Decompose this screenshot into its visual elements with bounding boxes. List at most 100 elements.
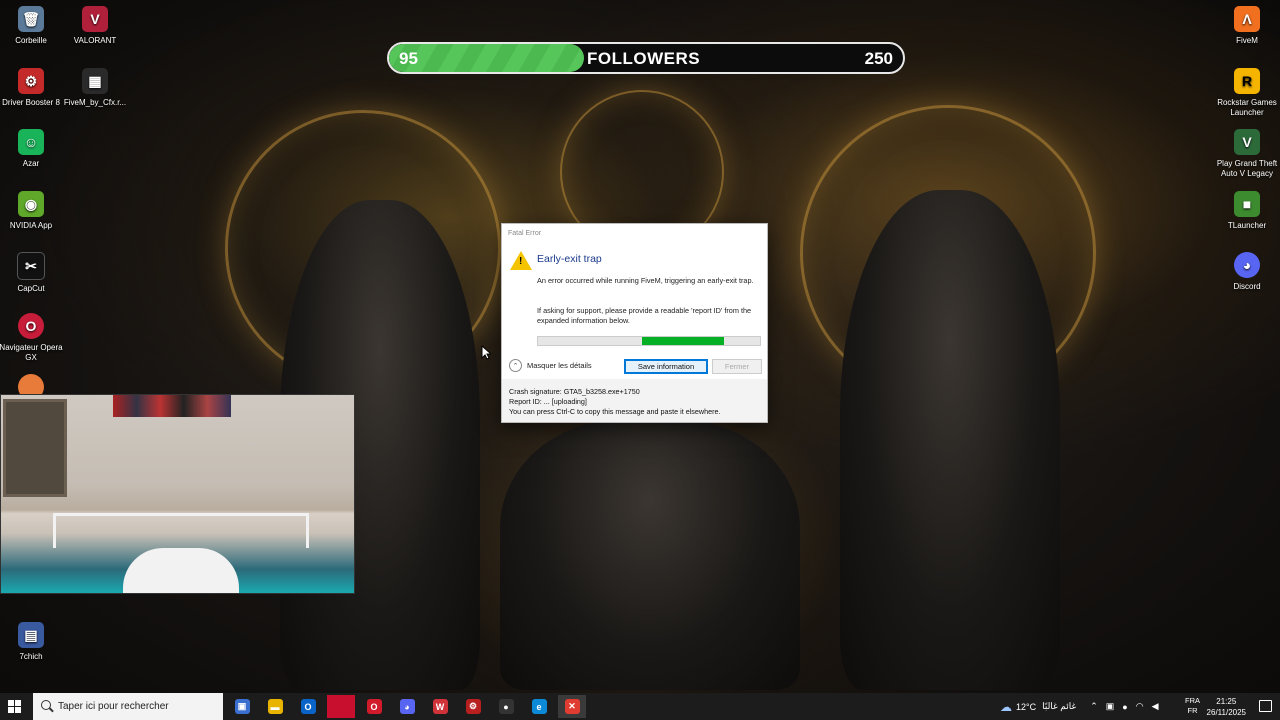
webcam-posters [113,395,231,417]
wallpaper-saint-figure [840,190,1060,690]
desktop-icon-label: FiveM_by_Cfx.r... [63,98,127,107]
webcam-overlay [0,394,355,594]
language-bottom: FR [1187,706,1198,715]
desktop-icon-driver-booster[interactable]: ⚙ Driver Booster 8 [0,68,66,108]
dialog-message: An error occurred while running FiveM, t… [537,276,754,285]
weather-desc: غائم غالبًا [1042,701,1077,711]
wifi-icon[interactable]: ◠ [1136,701,1144,712]
desktop-icon-capcut[interactable]: ✂ CapCut [0,252,66,294]
desktop-icon-tlauncher[interactable]: ■ TLauncher [1212,191,1280,231]
wps-icon: W [432,699,448,714]
hide-details-toggle[interactable]: ⌃ Masquer les détails [509,359,592,372]
chevron-up-icon: ⌃ [509,359,522,372]
crash-signature: Crash signature: GTA5_b3258.exe+1750 [509,387,640,396]
discord-icon: ◕ [1234,252,1260,278]
github-icon: ● [498,699,514,714]
desktop-icon-valorant[interactable]: V VALORANT [60,6,130,46]
desktop-icon-label: 7chich [19,652,43,661]
taskbar: Taper ici pour rechercher ▣ ▬ O O ◕ W ⚙ ● e ✕ ☁ 1… [0,693,1280,720]
notification-icon[interactable] [1259,700,1272,712]
taskbar-app[interactable]: ▣ [228,695,256,718]
desktop-icon-corbeille[interactable]: 🗑 Corbeille [0,6,66,46]
network-adapter-icon[interactable]: ▣ [1106,701,1115,712]
gta-v-icon: V [1234,129,1260,155]
search-placeholder: Taper ici pour rechercher [58,701,169,712]
desktop-icon-discord[interactable]: ◕ Discord [1212,252,1280,292]
driver-booster-icon: ⚙ [18,68,44,94]
report-id: Report ID: ... [uploading] [509,397,587,406]
desktop-icon-fivem[interactable]: Λ FiveM [1212,6,1280,46]
task-view-icon: ▣ [234,699,250,714]
language-top: FRA [1185,696,1200,705]
taskbar-app[interactable]: O [360,695,388,718]
followers-label: FOLLOWERS [587,49,701,68]
edge-icon: e [531,699,547,714]
dialog-progress-fill [642,337,725,345]
valorant-icon: V [82,6,108,32]
desktop-icon-fivem-installer[interactable]: ▦ FiveM_by_Cfx.r... [60,68,130,108]
desktop-icon-opera-gx[interactable]: O Navigateur Opera GX [0,313,66,363]
nvidia-icon: ◉ [18,191,44,217]
desktop-icon-label: Play Grand Theft Auto V Legacy [1216,159,1278,178]
taskbar-app[interactable]: W [426,695,454,718]
webcam-window [3,399,67,497]
taskbar-app[interactable]: O [294,695,322,718]
webcam-chair [123,548,239,593]
taskbar-app[interactable] [327,695,355,718]
desktop-icon-label: NVIDIA App [9,221,53,230]
dialog-support-text: If asking for support, please provide a … [537,306,752,325]
desktop-icon-label: Rockstar Games Launcher [1217,98,1277,117]
tlauncher-icon: ■ [1234,191,1260,217]
dialog-progress-bar [537,336,761,346]
outlook-icon: O [300,699,316,714]
driver-booster-tb-icon: ⚙ [465,699,481,714]
desktop-icon-label: FiveM [1236,36,1258,45]
desktop-icon-rockstar[interactable]: R Rockstar Games Launcher [1212,68,1280,118]
desktop-icon-label: VALORANT [73,36,117,45]
desktop-icon-nvidia[interactable]: ◉ NVIDIA App [0,191,66,231]
dialog-details: Crash signature: GTA5_b3258.exe+1750 Rep… [509,387,720,417]
rockstar-icon: R [1234,68,1260,94]
taskbar-search[interactable]: Taper ici pour rechercher [33,693,223,720]
file-explorer-icon: ▬ [267,699,283,714]
folder-7chich-icon: ▤ [18,622,44,648]
followers-goal: 250 [864,49,893,68]
hide-details-label: Masquer les détails [527,361,592,370]
wallpaper-skeleton [500,420,800,690]
discord-tb-icon: ◕ [399,699,415,714]
taskbar-app[interactable]: ◕ [393,695,421,718]
desktop-icon-label: Corbeille [15,36,47,45]
windows-start-icon[interactable] [8,700,21,713]
taskbar-app[interactable]: ● [492,695,520,718]
save-information-button[interactable]: Save information [624,359,708,374]
taskbar-clock[interactable]: 21:25 26/11/2025 [1207,696,1246,718]
mouse-cursor-icon [481,345,491,360]
language-indicator[interactable]: FRA FR [1185,696,1200,716]
taskbar-app[interactable]: ▬ [261,695,289,718]
red-app-icon [333,699,349,714]
desktop-icon-label: Discord [1233,282,1261,291]
weather-icon: ☁ [1000,699,1012,714]
azar-icon: ☺ [18,129,44,155]
followers-goal-bar: 95 FOLLOWERS 250 [387,42,905,74]
microphone-icon[interactable]: ● [1122,702,1127,712]
desktop-icon-azar[interactable]: ☺ Azar [0,129,66,169]
desktop-icon-label: CapCut [17,284,45,293]
weather-temp[interactable]: 12°C [1016,702,1036,712]
capcut-icon: ✂ [17,252,45,280]
taskbar-app[interactable]: ✕ [558,695,586,718]
clock-date: 26/11/2025 [1206,708,1246,717]
desktop-icon-label: Driver Booster 8 [2,98,60,107]
taskbar-app[interactable]: ⚙ [459,695,487,718]
chevron-up-icon[interactable]: ⌃ [1090,701,1098,712]
desktop-icon-gta-v[interactable]: V Play Grand Theft Auto V Legacy [1212,129,1280,179]
desktop-icon-label: Azar [22,159,40,168]
copy-hint: You can press Ctrl-C to copy this messag… [509,407,721,416]
fivem-icon: Λ [1234,6,1260,32]
opera-icon: O [366,699,382,714]
close-button[interactable]: Fermer [712,359,762,374]
volume-icon[interactable]: ◀ [1152,701,1159,712]
followers-progress-fill [389,44,585,72]
desktop-icon-7chich[interactable]: ▤ 7chich [0,622,66,662]
taskbar-app[interactable]: e [525,695,553,718]
